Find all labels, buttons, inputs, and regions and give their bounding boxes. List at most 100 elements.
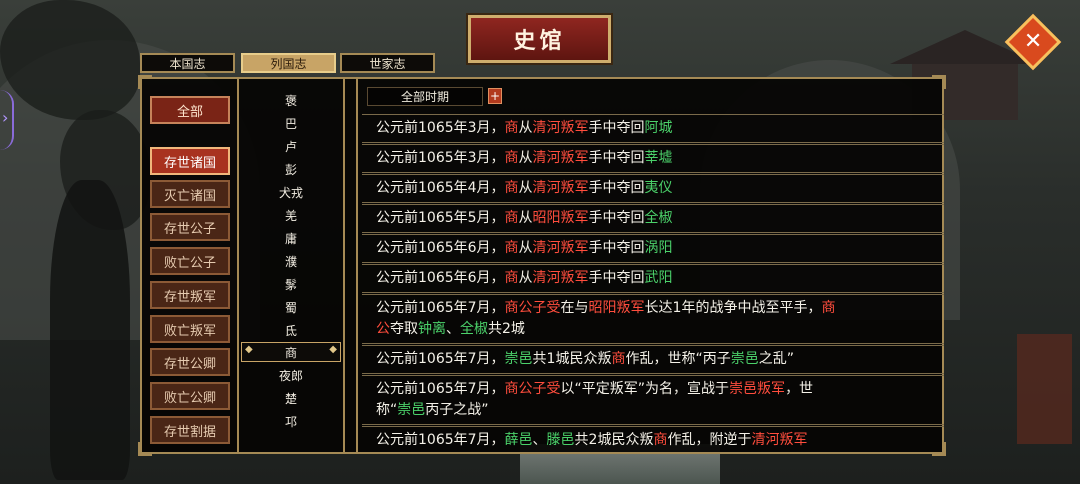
category-item[interactable]: 存世公子 <box>150 213 230 241</box>
category-item[interactable]: 存世公卿 <box>150 348 230 376</box>
state-item[interactable]: 氐 <box>241 320 341 340</box>
record-line: 公元前1065年4月，商从清河叛军手中夺回夷仪 <box>376 178 930 199</box>
record-text-segment: 共2城 <box>488 321 525 337</box>
tab-benguozhi[interactable]: 本国志 <box>140 53 235 73</box>
corner-ornament <box>138 442 152 456</box>
record-text-segment: 手中夺回 <box>588 240 645 256</box>
record-row: 公元前1065年3月，商从清河叛军手中夺回阿城 <box>362 114 944 143</box>
record-text-segment: 商 <box>504 120 519 136</box>
state-item[interactable]: 楚 <box>241 388 341 408</box>
record-text-segment: 商 <box>821 300 836 316</box>
record-line: 公元前1065年5月，商从昭阳叛军手中夺回全椒 <box>376 208 930 229</box>
record-list: 公元前1065年3月，商从清河叛军手中夺回阿城 公元前1065年3月，商从清河叛军… <box>362 114 944 454</box>
record-text-segment: 手中夺回 <box>588 270 645 286</box>
state-list: 褒 巴 卢 彭 犬戎 羌 庸 濮 髳 蜀 氐 商 夜郎 楚 邛 <box>241 90 341 440</box>
record-text-segment: 商 <box>504 270 519 286</box>
record-text-segment: 武阳 <box>644 270 673 286</box>
tab-lieguozhi[interactable]: 列国志 <box>241 53 336 73</box>
record-text-segment: 崇邑 <box>397 402 426 418</box>
record-text-segment: 手中夺回 <box>588 120 645 136</box>
record-text-segment: 崇邑叛军 <box>729 381 786 397</box>
record-row: 公元前1065年6月，商从清河叛军手中夺回涡阳 <box>362 234 944 263</box>
state-item[interactable]: 庸 <box>241 228 341 248</box>
period-filter[interactable]: 全部时期 <box>367 87 483 106</box>
record-text-segment: 夷仪 <box>644 180 673 196</box>
category-all[interactable]: 全部 <box>150 96 230 124</box>
category-item[interactable]: 败亡叛军 <box>150 315 230 343</box>
record-text-segment: 公元前1065年7月， <box>376 432 505 448</box>
record-line: 公元前1065年3月，商从清河叛军手中夺回莘墟 <box>376 148 930 169</box>
record-text-segment: 以“平定叛军”为名，宣战于 <box>560 381 730 397</box>
record-text-segment: 清河叛军 <box>532 120 589 136</box>
record-text-segment: 全椒 <box>460 321 488 337</box>
record-text-segment: 作乱，附逆于 <box>667 432 752 448</box>
record-text-segment: 从 <box>518 210 533 226</box>
record-text-segment: 崇邑 <box>504 351 533 367</box>
category-item[interactable]: 败亡公卿 <box>150 382 230 410</box>
close-icon: ✕ <box>1023 29 1043 54</box>
category-item[interactable]: 败亡公子 <box>150 247 230 275</box>
record-text-segment: 商 <box>504 240 519 256</box>
state-item-selected[interactable]: 商 <box>241 342 341 362</box>
record-text-segment: 从 <box>518 240 533 256</box>
record-text-segment: 商公子受 <box>504 381 561 397</box>
state-item[interactable]: 卢 <box>241 136 341 156</box>
record-text-segment: 昭阳叛军 <box>532 210 589 226</box>
add-filter-button[interactable]: + <box>488 88 502 104</box>
divider <box>356 77 358 454</box>
corner-ornament <box>932 75 946 89</box>
record-text-segment: 滕邑 <box>546 432 575 448</box>
state-item[interactable]: 髳 <box>241 274 341 294</box>
state-item[interactable]: 彭 <box>241 159 341 179</box>
record-text-segment: 商 <box>504 210 519 226</box>
record-text-segment: 涡阳 <box>644 240 673 256</box>
record-text-segment: 共2城民众叛 <box>574 432 654 448</box>
state-item[interactable]: 濮 <box>241 251 341 271</box>
record-line: 称“崇邑丙子之战” <box>376 400 930 421</box>
background-building <box>1017 334 1072 444</box>
record-text-segment: 作乱，世称“丙子 <box>625 351 731 367</box>
state-item[interactable]: 犬戎 <box>241 182 341 202</box>
record-text-segment: 公元前1065年7月， <box>376 381 505 397</box>
record-text-segment: 、 <box>532 432 547 448</box>
category-item[interactable]: 存世诸国 <box>150 147 230 175</box>
record-text-segment: 从 <box>518 120 533 136</box>
record-text-segment: ，世 <box>785 381 814 397</box>
record-text-segment: 手中夺回 <box>588 150 645 166</box>
record-text-segment: 公元前1065年6月， <box>376 270 505 286</box>
divider <box>237 77 239 454</box>
record-row: 公元前1065年7月，薛邑、滕邑共2城民众叛商作乱，附逆于清河叛军 <box>362 426 944 454</box>
category-item[interactable]: 存世叛军 <box>150 281 230 309</box>
record-text-segment: 清河叛军 <box>532 180 589 196</box>
record-text-segment: 公元前1065年3月， <box>376 120 505 136</box>
state-item[interactable]: 邛 <box>241 411 341 431</box>
record-line: 公元前1065年7月，商公子受以“平定叛军”为名，宣战于崇邑叛军，世 <box>376 379 930 400</box>
record-line: 公元前1065年6月，商从清河叛军手中夺回涡阳 <box>376 238 930 259</box>
record-line: 公元前1065年6月，商从清河叛军手中夺回武阳 <box>376 268 930 289</box>
record-line: 公元前1065年3月，商从清河叛军手中夺回阿城 <box>376 118 930 139</box>
record-row: 公元前1065年7月，商公子受在与昭阳叛军长达1年的战争中战至平手，商 公夺取钟离… <box>362 294 944 344</box>
record-text-segment: 商 <box>504 180 519 196</box>
side-drawer-handle[interactable]: › <box>0 90 14 150</box>
background-figure <box>50 180 130 480</box>
state-item[interactable]: 夜郎 <box>241 365 341 385</box>
state-item[interactable]: 羌 <box>241 205 341 225</box>
record-text-segment: 清河叛军 <box>751 432 808 448</box>
state-item[interactable]: 褒 <box>241 90 341 110</box>
record-row: 公元前1065年5月，商从昭阳叛军手中夺回全椒 <box>362 204 944 233</box>
state-item[interactable]: 蜀 <box>241 297 341 317</box>
record-text-segment: 公元前1065年7月， <box>376 351 505 367</box>
divider <box>343 77 345 454</box>
category-item[interactable]: 灭亡诸国 <box>150 180 230 208</box>
record-text-segment: 莘墟 <box>644 150 673 166</box>
record-text-segment: 商 <box>611 351 626 367</box>
record-text-segment: 公元前1065年7月， <box>376 300 505 316</box>
record-text-segment: 手中夺回 <box>588 210 645 226</box>
record-text-segment: 公元前1065年3月， <box>376 150 505 166</box>
category-item[interactable]: 存世割据 <box>150 416 230 444</box>
state-item[interactable]: 巴 <box>241 113 341 133</box>
record-row: 公元前1065年3月，商从清河叛军手中夺回莘墟 <box>362 144 944 173</box>
record-row: 公元前1065年7月，崇邑共1城民众叛商作乱，世称“丙子崇邑之乱” <box>362 345 944 374</box>
tab-shijiazhi[interactable]: 世家志 <box>340 53 435 73</box>
corner-ornament <box>138 75 152 89</box>
